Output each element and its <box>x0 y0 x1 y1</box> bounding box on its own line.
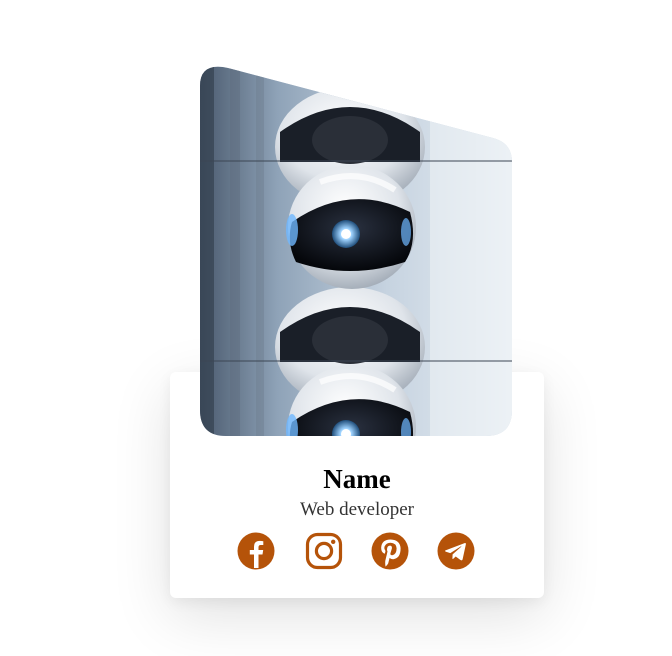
pinterest-link[interactable] <box>371 532 409 570</box>
social-links <box>237 532 477 572</box>
telegram-icon <box>437 532 475 570</box>
pinterest-icon <box>371 532 409 570</box>
profile-role: Web developer <box>300 499 414 520</box>
instagram-link[interactable] <box>305 532 343 570</box>
instagram-icon <box>305 532 343 570</box>
robot-photo-image <box>200 62 512 436</box>
profile-photo <box>200 62 512 436</box>
telegram-link[interactable] <box>437 532 475 570</box>
profile-card-stage: Name Web developer <box>0 0 672 656</box>
facebook-icon <box>237 532 275 570</box>
profile-name: Name <box>323 464 391 494</box>
facebook-link[interactable] <box>237 532 275 570</box>
